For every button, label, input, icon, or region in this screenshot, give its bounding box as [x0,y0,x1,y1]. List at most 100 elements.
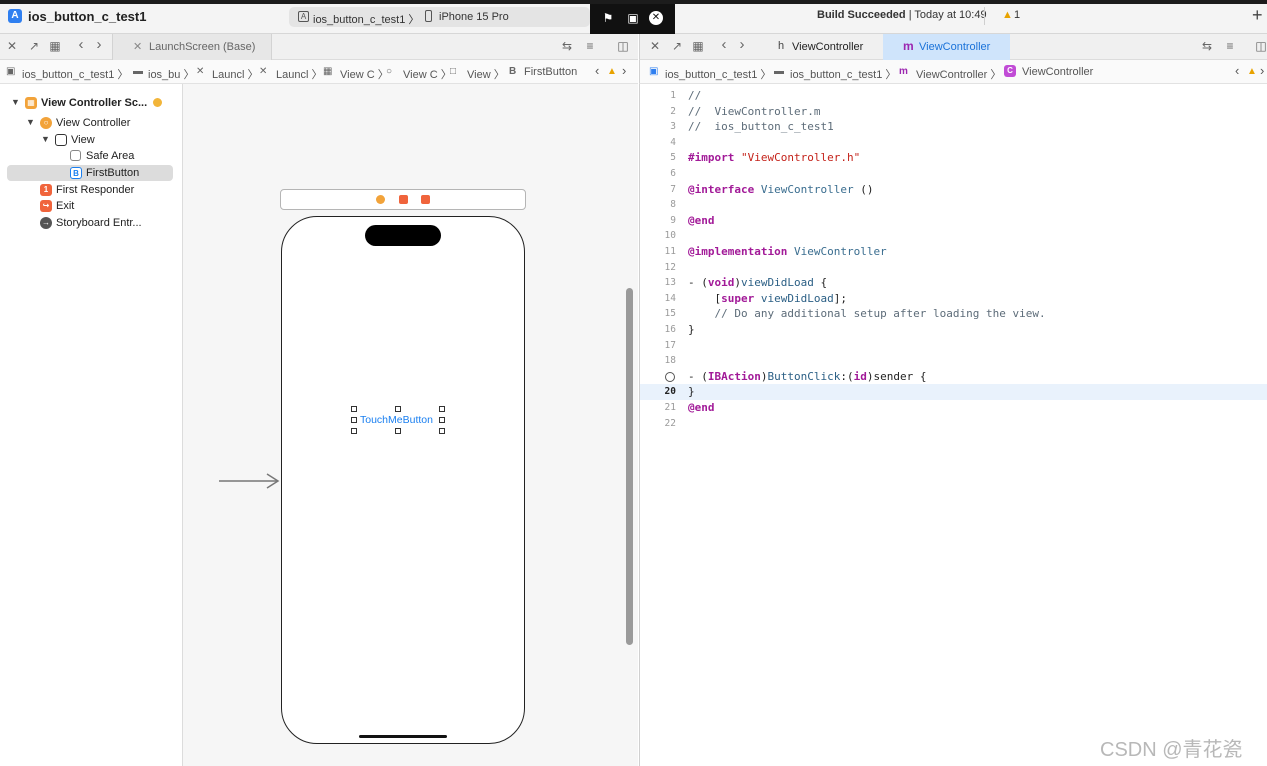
iphone-frame[interactable]: TouchMeButton [281,216,525,744]
outlet-connection-icon[interactable] [665,371,675,382]
tab-implementation-file[interactable]: m ViewController [883,34,1010,60]
warning-icon[interactable]: ▲ [607,66,617,77]
split-editor-icon[interactable]: ◫ [1254,39,1267,53]
resize-handle[interactable] [439,428,445,434]
code-line[interactable]: 21 @end [640,400,1267,416]
resize-handle[interactable] [351,428,357,434]
code-line[interactable]: 8 [640,197,1267,213]
resize-handle[interactable] [395,406,401,412]
code-line[interactable]: 20} [640,384,1267,400]
chevron-right-icon[interactable]: › [622,63,626,78]
grid-icon[interactable]: ▦ [691,39,705,53]
expand-icon[interactable]: ↗ [27,39,41,53]
split-editor-icon[interactable]: ◫ [616,39,630,53]
close-icon[interactable]: ✕ [648,39,662,53]
code-line[interactable]: 6 [640,166,1267,182]
outline-row-view-controller[interactable]: ▼ ○ View Controller [0,115,183,131]
resize-handle[interactable] [439,406,445,412]
breadcrumb-item[interactable]: Launcl 〉 [276,66,322,82]
flag-icon[interactable]: ⚑ [600,10,616,26]
code-line[interactable]: 16} [640,322,1267,338]
xcode-project-icon: A [8,9,22,23]
chevron-left-icon[interactable]: ‹ [595,63,599,78]
add-button[interactable]: + [1252,5,1263,26]
chevron-down-icon[interactable]: ▼ [26,117,35,127]
breadcrumb-item[interactable]: ios_bu 〉 [148,66,194,82]
code-line[interactable]: 4 [640,135,1267,151]
breadcrumb: ▣ ios_button_c_test1 〉 ▬ ios_bu 〉 ✕ Laun… [0,60,638,84]
breadcrumb-item[interactable]: ViewController [1022,66,1093,78]
code-line[interactable]: 5 #import "ViewController.h" [640,150,1267,166]
code-line[interactable]: 19- (IBAction)ButtonClick:(id)sender { [640,369,1267,385]
chevron-right-icon[interactable]: › [1260,63,1264,78]
breadcrumb-item[interactable]: ViewController 〉 [916,66,1001,82]
warning-icon[interactable]: ▲ [1002,9,1013,21]
outline-row-view[interactable]: ▼ View [0,132,183,148]
swap-icon[interactable]: ⇆ [1200,39,1214,53]
code-line[interactable]: 14 [super viewDidLoad]; [640,291,1267,307]
resize-handle[interactable] [395,428,401,434]
resize-handle[interactable] [351,417,357,423]
code-line[interactable]: 17 [640,338,1267,354]
code-line[interactable]: 1 // [640,88,1267,104]
exit-icon[interactable] [421,195,430,204]
breadcrumb-item[interactable]: ios_button_c_test1 〉 [22,66,128,82]
chevron-down-icon[interactable]: ▼ [11,97,20,107]
code-line[interactable]: 22 [640,416,1267,432]
code-line[interactable]: 12 [640,260,1267,276]
view-controller-icon[interactable] [376,195,385,204]
image-icon[interactable]: ▣ [625,10,641,26]
breadcrumb-item[interactable]: View C 〉 [340,66,389,82]
resize-handle[interactable] [351,406,357,412]
chevron-right-icon[interactable]: › [92,36,106,53]
vertical-scrollbar[interactable] [626,288,633,645]
breadcrumb-item[interactable]: View 〉 [467,66,505,82]
grid-icon[interactable]: ▦ [48,39,62,53]
first-responder-icon[interactable] [399,195,408,204]
code-line[interactable]: 11 @implementation ViewController [640,244,1267,260]
lines-icon[interactable]: ≡ [1223,39,1237,53]
chevron-down-icon[interactable]: ▼ [41,134,50,144]
run-destination[interactable]: iPhone 15 Pro [439,11,509,23]
warning-count[interactable]: 1 [1014,9,1020,21]
code-line[interactable]: 10 [640,228,1267,244]
code-line[interactable]: 3 // ios_button_c_test1 [640,119,1267,135]
close-icon[interactable]: ✕ [649,11,663,25]
expand-icon[interactable]: ↗ [670,39,684,53]
code-line[interactable]: 7 @interface ViewController () [640,182,1267,198]
lines-icon[interactable]: ≡ [583,39,597,53]
code-line[interactable]: 18 [640,353,1267,369]
chevron-left-icon[interactable]: ‹ [1235,63,1239,78]
code-line[interactable]: 9 @end [640,213,1267,229]
outline-row-scene[interactable]: ▼ ▦ View Controller Sc... [0,95,183,111]
breadcrumb-item[interactable]: ios_button_c_test1 〉 [665,66,771,82]
tab-launchscreen[interactable]: ✕ LaunchScreen (Base) [112,34,272,60]
code-line[interactable]: 2 // ViewController.m [640,104,1267,120]
tab-header-file[interactable]: h ViewController [766,34,882,60]
code-line[interactable]: 13 - (void)viewDidLoad { [640,275,1267,291]
code-line[interactable]: 15 // Do any additional setup after load… [640,306,1267,322]
warning-icon[interactable]: ▲ [1247,66,1257,77]
breadcrumb-item[interactable]: ios_button_c_test1 〉 [790,66,896,82]
outline-row-first-responder[interactable]: 1 First Responder [0,182,183,198]
touch-me-button[interactable]: TouchMeButton [351,406,445,434]
swap-icon[interactable]: ⇆ [560,39,574,53]
close-icon[interactable]: ✕ [5,39,19,53]
chevron-left-icon[interactable]: ‹ [717,36,731,53]
scene-dock[interactable] [280,189,526,210]
scheme-selector[interactable]: A ios_button_c_test1 〉 iPhone 15 Pro [289,7,590,27]
interface-builder-canvas[interactable]: TouchMeButton [183,84,638,766]
outline-row-safe-area[interactable]: Safe Area [0,148,183,164]
source-editor[interactable]: 1 // 2 // ViewController.m 3 // ios_button_c_… [639,84,1267,766]
outline-row-first-button[interactable]: B FirstButton [7,165,173,181]
breadcrumb-item[interactable]: View C 〉 [403,66,452,82]
chevron-left-icon[interactable]: ‹ [74,36,88,53]
outline-row-storyboard-entry[interactable]: → Storyboard Entr... [0,215,183,231]
resize-handle[interactable] [439,417,445,423]
entry-point-arrow-icon[interactable] [219,471,281,491]
chevron-right-icon[interactable]: › [735,36,749,53]
breadcrumb-item[interactable]: Launcl 〉 [212,66,258,82]
scheme-label[interactable]: ios_button_c_test1 〉 [313,11,419,27]
outline-row-exit[interactable]: ↪ Exit [0,198,183,214]
breadcrumb-item[interactable]: FirstButton [524,66,577,78]
